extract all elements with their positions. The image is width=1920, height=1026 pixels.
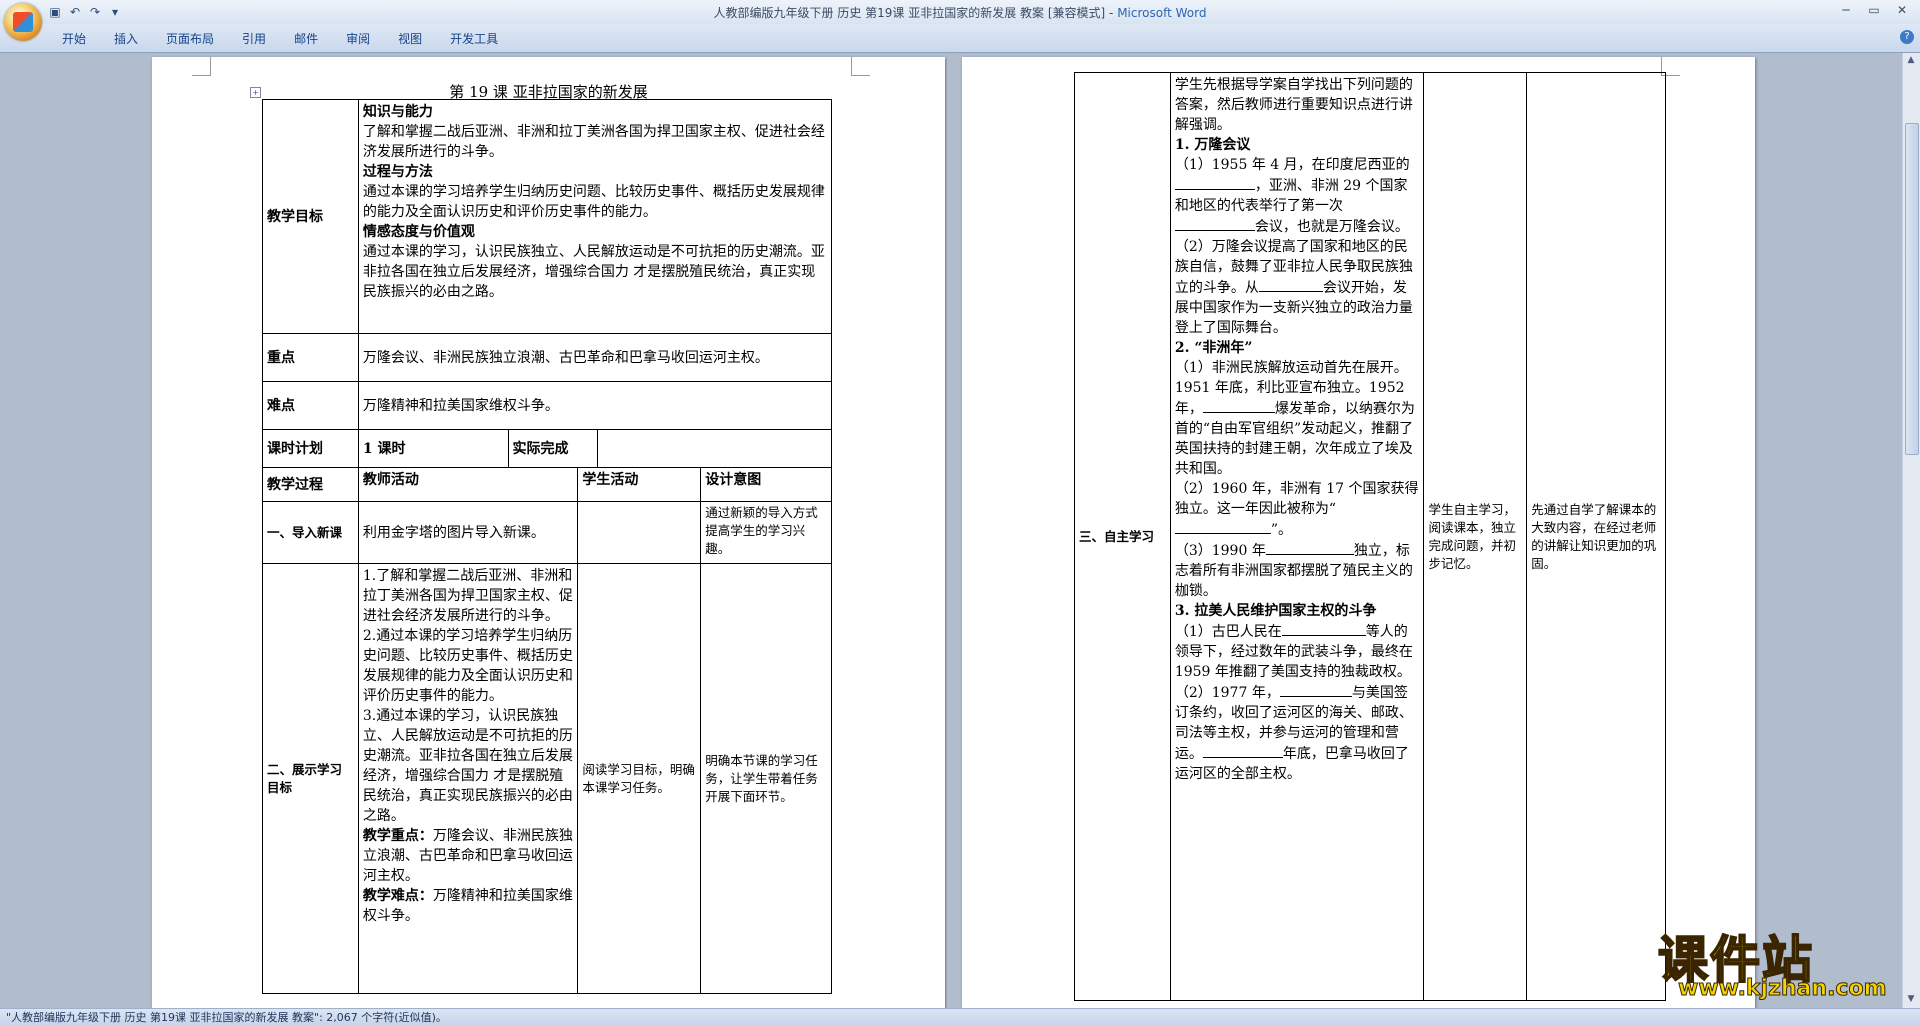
tab-view[interactable]: 视图: [384, 30, 436, 48]
watermark-url: www.kjzhan.com: [1678, 976, 1888, 1002]
tab-mailings[interactable]: 邮件: [280, 30, 332, 48]
status-bar: "人教部编版九年级下册 历史 第19课 亚非拉国家的新发展 教案": 2,067…: [0, 1008, 1920, 1026]
word-count-status[interactable]: "人教部编版九年级下册 历史 第19课 亚非拉国家的新发展 教案": 2,067…: [6, 1011, 447, 1024]
goals-cell[interactable]: 知识与能力 了解和掌握二战后亚洲、非洲和拉丁美洲各国为捍卫国家主权、促进社会经济…: [357, 99, 833, 334]
key-points-label: 重点: [262, 333, 359, 382]
goal-teacher-3: 3.通过本课的学习，认识民族独立、人民解放运动是不可抗拒的历史潮流。亚非拉各国在…: [362, 708, 573, 824]
section-1-p2: （2）万隆会议提高了国家和地区的民族自信，鼓舞了亚非拉人民争取民族独立的斗争。从…: [1174, 239, 1413, 336]
document-page-1: + 第 19 课 亚非拉国家的新发展 教学目标 知识与能力 了解和掌握二战后亚洲…: [152, 57, 945, 1008]
fill-blank[interactable]: [1174, 175, 1255, 190]
section-2-heading: 2. “非洲年”: [1174, 340, 1253, 356]
page-separator: [947, 53, 960, 1008]
site-watermark: 课件站 www.kjzhan.com: [1657, 920, 1898, 1006]
tab-page-layout[interactable]: 页面布局: [152, 30, 228, 48]
window-controls: ─ ▭ ✕: [1832, 0, 1916, 20]
fill-blank[interactable]: [1202, 398, 1275, 413]
office-button[interactable]: [4, 3, 42, 41]
plan-label: 课时计划: [262, 429, 359, 468]
margin-corner: [192, 57, 211, 76]
goal-teacher-1: 1.了解和掌握二战后亚洲、非洲和拉丁美洲各国为捍卫国家主权、促进社会经济发展所进…: [362, 568, 573, 624]
goal-teacher[interactable]: 1.了解和掌握二战后亚洲、非洲和拉丁美洲各国为捍卫国家主权、促进社会经济发展所进…: [357, 563, 579, 994]
self-study-design[interactable]: 先通过自学了解课本的大致内容，在经过老师的讲解让知识更加的巩固。: [1526, 72, 1666, 1001]
intro-label: 一、导入新课: [262, 501, 359, 564]
self-study-content[interactable]: 学生先根据导学案自学找出下列问题的答案，然后教师进行重要知识点进行讲解强调。 1…: [1169, 72, 1425, 1001]
self-study-intro: 学生先根据导学案自学找出下列问题的答案，然后教师进行重要知识点进行讲解强调。: [1174, 77, 1413, 133]
goal-teacher-diff-heading: 教学难点：: [362, 888, 433, 904]
margin-corner: [851, 57, 870, 76]
actual-value[interactable]: [597, 429, 832, 468]
minimize-icon[interactable]: ─: [1832, 0, 1860, 20]
goals-label: 教学目标: [262, 99, 359, 334]
office-logo-icon: [13, 12, 33, 32]
vertical-scrollbar[interactable]: ▲ ▼: [1902, 53, 1920, 1008]
goal-teacher-key-heading: 教学重点：: [362, 828, 433, 844]
section-1-p1: （1）1955 年 4 月，在印度尼西亚的，亚洲、非洲 29 个国家和地区的代表…: [1174, 157, 1410, 235]
scroll-up-icon[interactable]: ▲: [1905, 55, 1917, 67]
section-2-p1: （1）非洲民族解放运动首先在展开。1951 年底，利比亚宣布独立。1952 年，…: [1174, 360, 1415, 477]
fill-blank[interactable]: [1279, 682, 1352, 697]
fill-blank[interactable]: [1174, 519, 1271, 534]
goal-design[interactable]: 明确本节课的学习任务，让学生带着任务开展下面环节。: [700, 563, 832, 994]
section-2-p2: （2）1960 年，非洲有 17 个国家获得独立。这一年因此被称为“”。: [1174, 481, 1419, 538]
ribbon-tabs: 开始 插入 页面布局 引用 邮件 审阅 视图 开发工具: [48, 30, 512, 48]
goals-heading-2: 过程与方法: [362, 164, 433, 180]
actual-label: 实际完成: [507, 429, 599, 468]
tab-review[interactable]: 审阅: [332, 30, 384, 48]
restore-icon[interactable]: ▭: [1860, 0, 1888, 20]
design-label: 设计意图: [700, 467, 832, 502]
fill-blank[interactable]: [1202, 743, 1283, 758]
window-title: 人教部编版九年级下册 历史 第19课 亚非拉国家的新发展 教案 [兼容模式] -…: [713, 6, 1207, 20]
fill-blank[interactable]: [1174, 216, 1255, 231]
lesson-plan-table: 教学目标 知识与能力 了解和掌握二战后亚洲、非洲和拉丁美洲各国为捍卫国家主权、促…: [262, 99, 833, 994]
self-study-label: 三、自主学习: [1074, 72, 1171, 1001]
teacher-label: 教师活动: [357, 467, 579, 502]
tab-developer[interactable]: 开发工具: [436, 30, 512, 48]
section-2-p3: （3）1990 年独立，标志着所有非洲国家都摆脱了殖民主义的枷锁。: [1175, 540, 1420, 601]
scroll-down-icon[interactable]: ▼: [1905, 994, 1917, 1006]
section-1-heading: 1. 万隆会议: [1174, 137, 1251, 153]
goals-heading-1: 知识与能力: [362, 104, 433, 120]
goals-text-2: 通过本课的学习培养学生归纳历史问题、比较历史事件、概括历史发展规律的能力及全面认…: [362, 184, 825, 220]
tab-home[interactable]: 开始: [48, 30, 100, 48]
title-bar: ▣ ↶ ↷ ▾ 人教部编版九年级下册 历史 第19课 亚非拉国家的新发展 教案 …: [0, 0, 1920, 24]
close-icon[interactable]: ✕: [1888, 0, 1916, 20]
goals-heading-3: 情感态度与价值观: [362, 224, 475, 240]
goal-teacher-2: 2.通过本课的学习培养学生归纳历史问题、比较历史事件、概括历史发展规律的能力及全…: [362, 628, 573, 704]
intro-design[interactable]: 通过新颖的导入方式提高学生的学习兴趣。: [700, 501, 832, 564]
scroll-thumb[interactable]: [1905, 123, 1919, 455]
goals-text-1: 了解和掌握二战后亚洲、非洲和拉丁美洲各国为捍卫国家主权、促进社会经济发展所进行的…: [362, 124, 825, 160]
difficulty-label: 难点: [262, 381, 359, 430]
tab-references[interactable]: 引用: [228, 30, 280, 48]
student-label: 学生活动: [577, 467, 702, 502]
self-study-table: 三、自主学习 学生先根据导学案自学找出下列问题的答案，然后教师进行重要知识点进行…: [1074, 72, 1666, 1001]
section-3-heading: 3. 拉美人民维护国家主权的斗争: [1174, 603, 1377, 619]
key-points-text[interactable]: 万隆会议、非洲民族独立浪潮、古巴革命和巴拿马收回运河主权。: [357, 333, 833, 382]
fill-blank[interactable]: [1281, 621, 1366, 636]
goal-label: 二、展示学习目标: [262, 563, 359, 994]
app-name: Microsoft Word: [1117, 6, 1207, 20]
intro-student[interactable]: [577, 501, 702, 564]
section-3-p2: （2）1977 年， 与美国签订条约，收回了运河区的海关、邮政、司法等主权，并参与…: [1175, 682, 1420, 784]
tab-insert[interactable]: 插入: [100, 30, 152, 48]
document-workspace: + 第 19 课 亚非拉国家的新发展 教学目标 知识与能力 了解和掌握二战后亚洲…: [0, 53, 1903, 1008]
goals-text-3: 通过本课的学习，认识民族独立、人民解放运动是不可抗拒的历史潮流。亚非拉各国在独立…: [362, 244, 825, 300]
intro-teacher[interactable]: 利用金字塔的图片导入新课。: [357, 501, 579, 564]
section-3-p1: （1）古巴人民在 等人的领导下，经过数年的武装斗争，最终在 1959 年推翻了美国…: [1175, 621, 1420, 682]
plan-value[interactable]: 1 课时: [357, 429, 509, 468]
process-label: 教学过程: [262, 467, 359, 502]
self-study-student[interactable]: 学生自主学习，阅读课本，独立完成问题，并初步记忆。: [1423, 72, 1528, 1001]
document-page-2: 三、自主学习 学生先根据导学案自学找出下列问题的答案，然后教师进行重要知识点进行…: [962, 57, 1755, 1008]
difficulty-text[interactable]: 万隆精神和拉美国家维权斗争。: [357, 381, 833, 430]
fill-blank[interactable]: [1265, 540, 1354, 555]
ribbon: 开始 插入 页面布局 引用 邮件 审阅 视图 开发工具 ?: [0, 24, 1920, 53]
fill-blank[interactable]: [1258, 277, 1323, 292]
goal-student[interactable]: 阅读学习目标，明确本课学习任务。: [577, 563, 702, 994]
help-icon[interactable]: ?: [1900, 30, 1914, 44]
